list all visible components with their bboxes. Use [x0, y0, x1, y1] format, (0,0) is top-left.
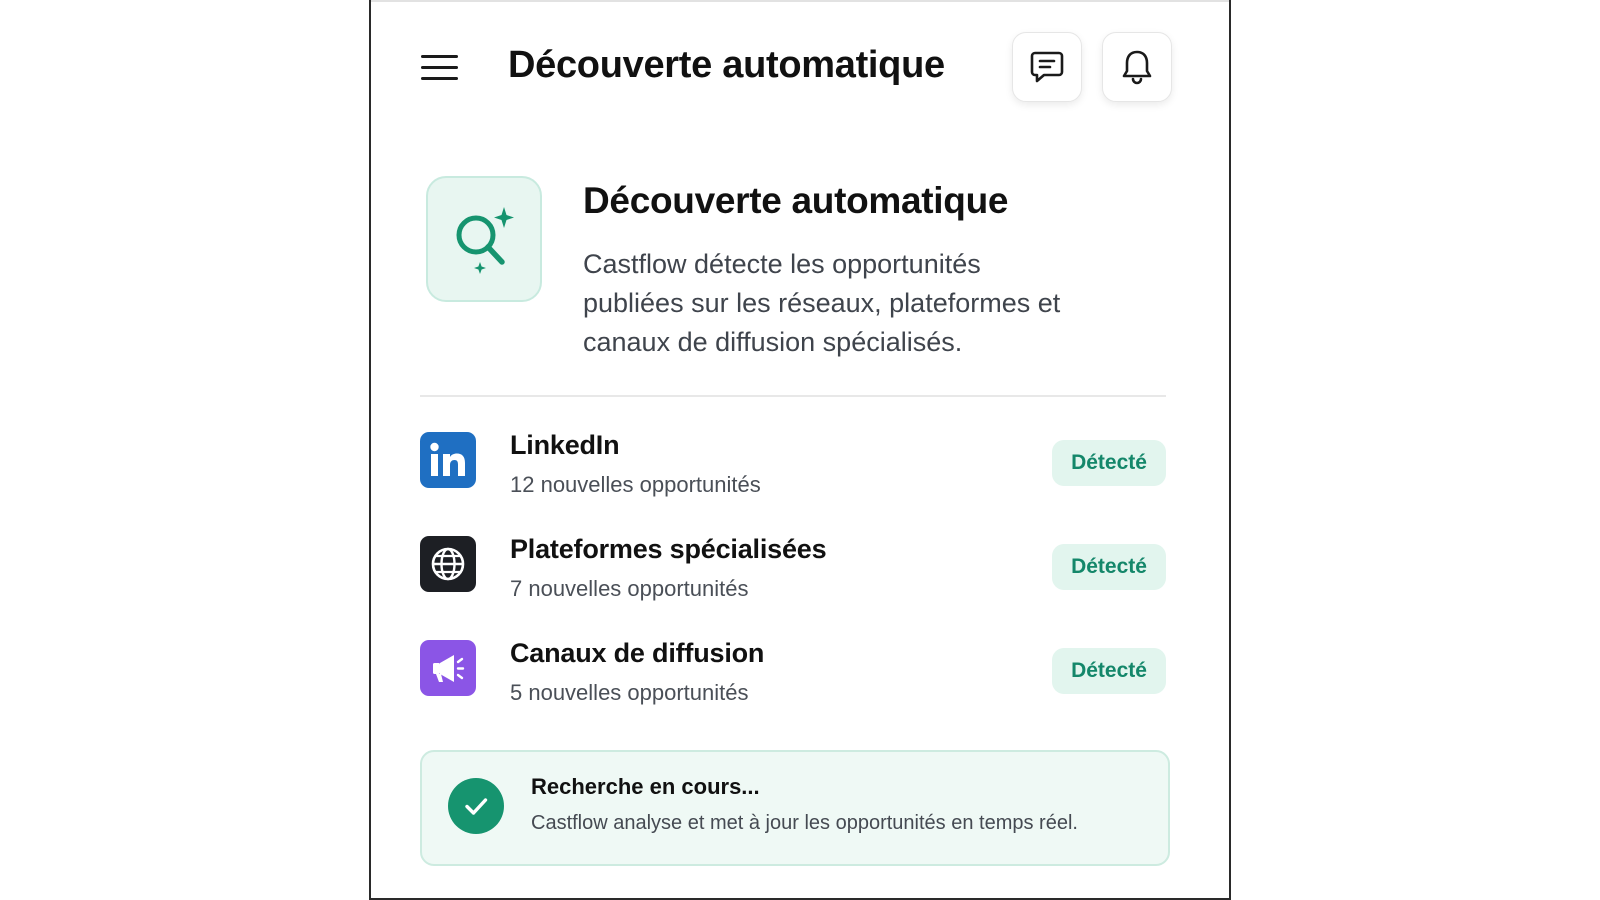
messages-button[interactable] — [1012, 32, 1082, 102]
source-row-linkedin[interactable]: LinkedIn 12 nouvelles opportunités Détec… — [420, 430, 1168, 512]
notifications-button[interactable] — [1102, 32, 1172, 102]
app-window: Découverte automatique Découverte automa… — [369, 0, 1231, 900]
megaphone-icon — [420, 640, 476, 696]
status-description: Castflow analyse et met à jour les oppor… — [531, 812, 1078, 834]
hero-title: Découverte automatique — [583, 180, 1009, 221]
source-count: 12 nouvelles opportunités — [510, 472, 761, 497]
hamburger-menu-icon[interactable] — [421, 55, 459, 81]
check-circle-icon — [448, 778, 504, 834]
status-badge: Détecté — [1052, 648, 1166, 694]
source-count: 5 nouvelles opportunités — [510, 680, 749, 705]
bell-icon — [1122, 50, 1152, 85]
status-badge: Détecté — [1052, 544, 1166, 590]
linkedin-icon — [420, 432, 476, 488]
globe-icon — [420, 536, 476, 592]
page-title: Découverte automatique — [508, 44, 945, 86]
source-name: Plateformes spécialisées — [510, 534, 827, 564]
hero-description: Castflow détecte les opportunités publié… — [583, 249, 1061, 357]
source-row-channels[interactable]: Canaux de diffusion 5 nouvelles opportun… — [420, 638, 1168, 720]
status-title: Recherche en cours... — [531, 774, 760, 799]
source-row-platforms[interactable]: Plateformes spécialisées 7 nouvelles opp… — [420, 534, 1168, 616]
source-name: LinkedIn — [510, 430, 620, 460]
search-status-panel: Recherche en cours... Castflow analyse e… — [420, 750, 1170, 866]
source-name: Canaux de diffusion — [510, 638, 765, 668]
divider — [420, 395, 1166, 397]
sparkle-search-icon — [426, 176, 542, 302]
status-badge: Détecté — [1052, 440, 1166, 486]
chat-message-icon — [1030, 51, 1064, 83]
source-count: 7 nouvelles opportunités — [510, 576, 749, 601]
